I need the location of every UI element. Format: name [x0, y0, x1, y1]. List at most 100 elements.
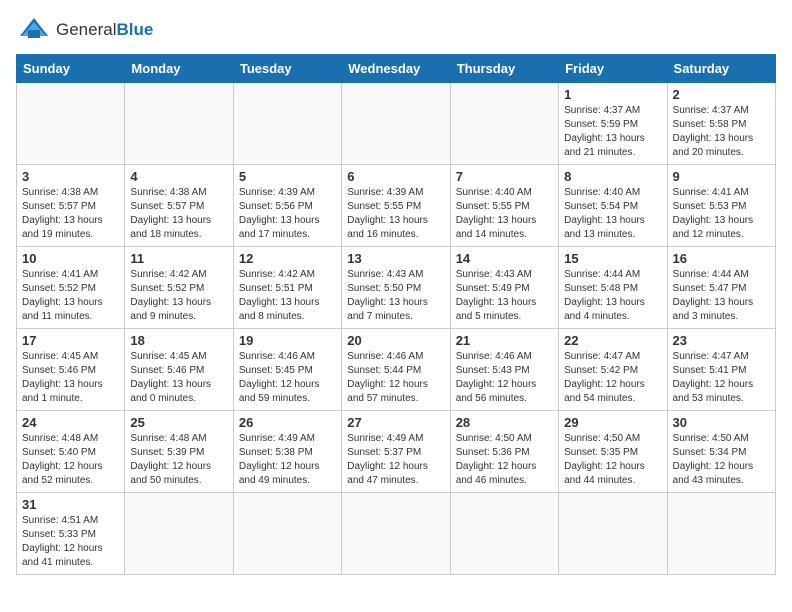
calendar-cell: 25Sunrise: 4:48 AM Sunset: 5:39 PM Dayli… [125, 411, 233, 493]
day-number: 19 [239, 333, 336, 348]
day-info: Sunrise: 4:50 AM Sunset: 5:36 PM Dayligh… [456, 432, 553, 488]
header-day-sunday: Sunday [17, 55, 125, 83]
day-info: Sunrise: 4:42 AM Sunset: 5:52 PM Dayligh… [130, 268, 227, 324]
calendar-table: SundayMondayTuesdayWednesdayThursdayFrid… [16, 54, 776, 575]
day-info: Sunrise: 4:48 AM Sunset: 5:39 PM Dayligh… [130, 432, 227, 488]
day-info: Sunrise: 4:47 AM Sunset: 5:41 PM Dayligh… [673, 350, 770, 406]
day-info: Sunrise: 4:43 AM Sunset: 5:50 PM Dayligh… [347, 268, 444, 324]
day-info: Sunrise: 4:46 AM Sunset: 5:43 PM Dayligh… [456, 350, 553, 406]
logo-icon [16, 16, 52, 44]
day-info: Sunrise: 4:39 AM Sunset: 5:56 PM Dayligh… [239, 186, 336, 242]
day-number: 16 [673, 251, 770, 266]
day-number: 18 [130, 333, 227, 348]
calendar-cell: 26Sunrise: 4:49 AM Sunset: 5:38 PM Dayli… [233, 411, 341, 493]
day-number: 21 [456, 333, 553, 348]
calendar-cell: 20Sunrise: 4:46 AM Sunset: 5:44 PM Dayli… [342, 329, 450, 411]
page-header: GeneralBlue [16, 16, 776, 44]
calendar-cell [559, 493, 667, 575]
day-number: 14 [456, 251, 553, 266]
calendar-cell [450, 83, 558, 165]
day-number: 9 [673, 169, 770, 184]
day-info: Sunrise: 4:49 AM Sunset: 5:37 PM Dayligh… [347, 432, 444, 488]
day-info: Sunrise: 4:46 AM Sunset: 5:45 PM Dayligh… [239, 350, 336, 406]
calendar-cell [125, 493, 233, 575]
logo: GeneralBlue [16, 16, 153, 44]
day-number: 27 [347, 415, 444, 430]
calendar-cell: 3 Sunrise: 4:38 AM Sunset: 5:57 PM Daylig… [17, 165, 125, 247]
week-row-1: 1 Sunrise: 4:37 AM Sunset: 5:59 PM Daylig… [17, 83, 776, 165]
day-number: 12 [239, 251, 336, 266]
day-info: Sunrise: 4:44 AM Sunset: 5:47 PM Dayligh… [673, 268, 770, 324]
day-info: Sunrise: 4:40 AM Sunset: 5:54 PM Dayligh… [564, 186, 661, 242]
day-number: 22 [564, 333, 661, 348]
calendar-cell: 5 Sunrise: 4:39 AM Sunset: 5:56 PM Daylig… [233, 165, 341, 247]
day-info: Sunrise: 4:50 AM Sunset: 5:34 PM Dayligh… [673, 432, 770, 488]
day-number: 3 [22, 169, 119, 184]
calendar-cell: 30Sunrise: 4:50 AM Sunset: 5:34 PM Dayli… [667, 411, 775, 493]
calendar-cell: 15Sunrise: 4:44 AM Sunset: 5:48 PM Dayli… [559, 247, 667, 329]
day-info: Sunrise: 4:38 AM Sunset: 5:57 PM Dayligh… [22, 186, 119, 242]
day-info: Sunrise: 4:45 AM Sunset: 5:46 PM Dayligh… [22, 350, 119, 406]
day-number: 6 [347, 169, 444, 184]
calendar-cell: 16 Sunrise: 4:44 AM Sunset: 5:47 PM Dayli… [667, 247, 775, 329]
day-info: Sunrise: 4:41 AM Sunset: 5:52 PM Dayligh… [22, 268, 119, 324]
calendar-cell: 4 Sunrise: 4:38 AM Sunset: 5:57 PM Daylig… [125, 165, 233, 247]
day-info: Sunrise: 4:38 AM Sunset: 5:57 PM Dayligh… [130, 186, 227, 242]
calendar-cell: 31 Sunrise: 4:51 AM Sunset: 5:33 PM Dayli… [17, 493, 125, 575]
day-number: 5 [239, 169, 336, 184]
calendar-cell: 8Sunrise: 4:40 AM Sunset: 5:54 PM Daylig… [559, 165, 667, 247]
day-number: 4 [130, 169, 227, 184]
day-info: Sunrise: 4:39 AM Sunset: 5:55 PM Dayligh… [347, 186, 444, 242]
day-number: 31 [22, 497, 119, 512]
day-info: Sunrise: 4:42 AM Sunset: 5:51 PM Dayligh… [239, 268, 336, 324]
day-number: 24 [22, 415, 119, 430]
calendar-cell: 13 Sunrise: 4:43 AM Sunset: 5:50 PM Dayli… [342, 247, 450, 329]
calendar-cell: 9 Sunrise: 4:41 AM Sunset: 5:53 PM Daylig… [667, 165, 775, 247]
day-number: 28 [456, 415, 553, 430]
calendar-cell [342, 493, 450, 575]
day-number: 10 [22, 251, 119, 266]
calendar-cell: 18 Sunrise: 4:45 AM Sunset: 5:46 PM Dayli… [125, 329, 233, 411]
calendar-header: SundayMondayTuesdayWednesdayThursdayFrid… [17, 55, 776, 83]
header-day-monday: Monday [125, 55, 233, 83]
day-number: 29 [564, 415, 661, 430]
header-day-friday: Friday [559, 55, 667, 83]
day-number: 17 [22, 333, 119, 348]
calendar-cell [17, 83, 125, 165]
calendar-cell [342, 83, 450, 165]
calendar-cell: 1 Sunrise: 4:37 AM Sunset: 5:59 PM Daylig… [559, 83, 667, 165]
calendar-cell: 6 Sunrise: 4:39 AM Sunset: 5:55 PM Daylig… [342, 165, 450, 247]
calendar-cell [233, 493, 341, 575]
day-number: 7 [456, 169, 553, 184]
day-number: 1 [564, 87, 661, 102]
calendar-cell: 28 Sunrise: 4:50 AM Sunset: 5:36 PM Dayli… [450, 411, 558, 493]
calendar-cell [667, 493, 775, 575]
calendar-cell: 21 Sunrise: 4:46 AM Sunset: 5:43 PM Dayli… [450, 329, 558, 411]
calendar-cell: 27 Sunrise: 4:49 AM Sunset: 5:37 PM Dayli… [342, 411, 450, 493]
logo-text: GeneralBlue [56, 20, 153, 40]
calendar-cell: 10 Sunrise: 4:41 AM Sunset: 5:52 PM Dayli… [17, 247, 125, 329]
header-row: SundayMondayTuesdayWednesdayThursdayFrid… [17, 55, 776, 83]
day-info: Sunrise: 4:41 AM Sunset: 5:53 PM Dayligh… [673, 186, 770, 242]
calendar-cell: 22Sunrise: 4:47 AM Sunset: 5:42 PM Dayli… [559, 329, 667, 411]
calendar-cell: 14 Sunrise: 4:43 AM Sunset: 5:49 PM Dayli… [450, 247, 558, 329]
calendar-cell: 23 Sunrise: 4:47 AM Sunset: 5:41 PM Dayli… [667, 329, 775, 411]
header-day-wednesday: Wednesday [342, 55, 450, 83]
calendar-cell: 17 Sunrise: 4:45 AM Sunset: 5:46 PM Dayli… [17, 329, 125, 411]
day-info: Sunrise: 4:44 AM Sunset: 5:48 PM Dayligh… [564, 268, 661, 324]
day-info: Sunrise: 4:45 AM Sunset: 5:46 PM Dayligh… [130, 350, 227, 406]
day-info: Sunrise: 4:37 AM Sunset: 5:59 PM Dayligh… [564, 104, 661, 160]
calendar-cell [233, 83, 341, 165]
day-info: Sunrise: 4:43 AM Sunset: 5:49 PM Dayligh… [456, 268, 553, 324]
day-number: 13 [347, 251, 444, 266]
day-number: 2 [673, 87, 770, 102]
calendar-cell: 29Sunrise: 4:50 AM Sunset: 5:35 PM Dayli… [559, 411, 667, 493]
day-number: 23 [673, 333, 770, 348]
calendar-cell: 11Sunrise: 4:42 AM Sunset: 5:52 PM Dayli… [125, 247, 233, 329]
calendar-cell: 19 Sunrise: 4:46 AM Sunset: 5:45 PM Dayli… [233, 329, 341, 411]
calendar-body: 1 Sunrise: 4:37 AM Sunset: 5:59 PM Daylig… [17, 83, 776, 575]
day-info: Sunrise: 4:46 AM Sunset: 5:44 PM Dayligh… [347, 350, 444, 406]
day-info: Sunrise: 4:51 AM Sunset: 5:33 PM Dayligh… [22, 514, 119, 570]
calendar-cell [125, 83, 233, 165]
day-info: Sunrise: 4:48 AM Sunset: 5:40 PM Dayligh… [22, 432, 119, 488]
